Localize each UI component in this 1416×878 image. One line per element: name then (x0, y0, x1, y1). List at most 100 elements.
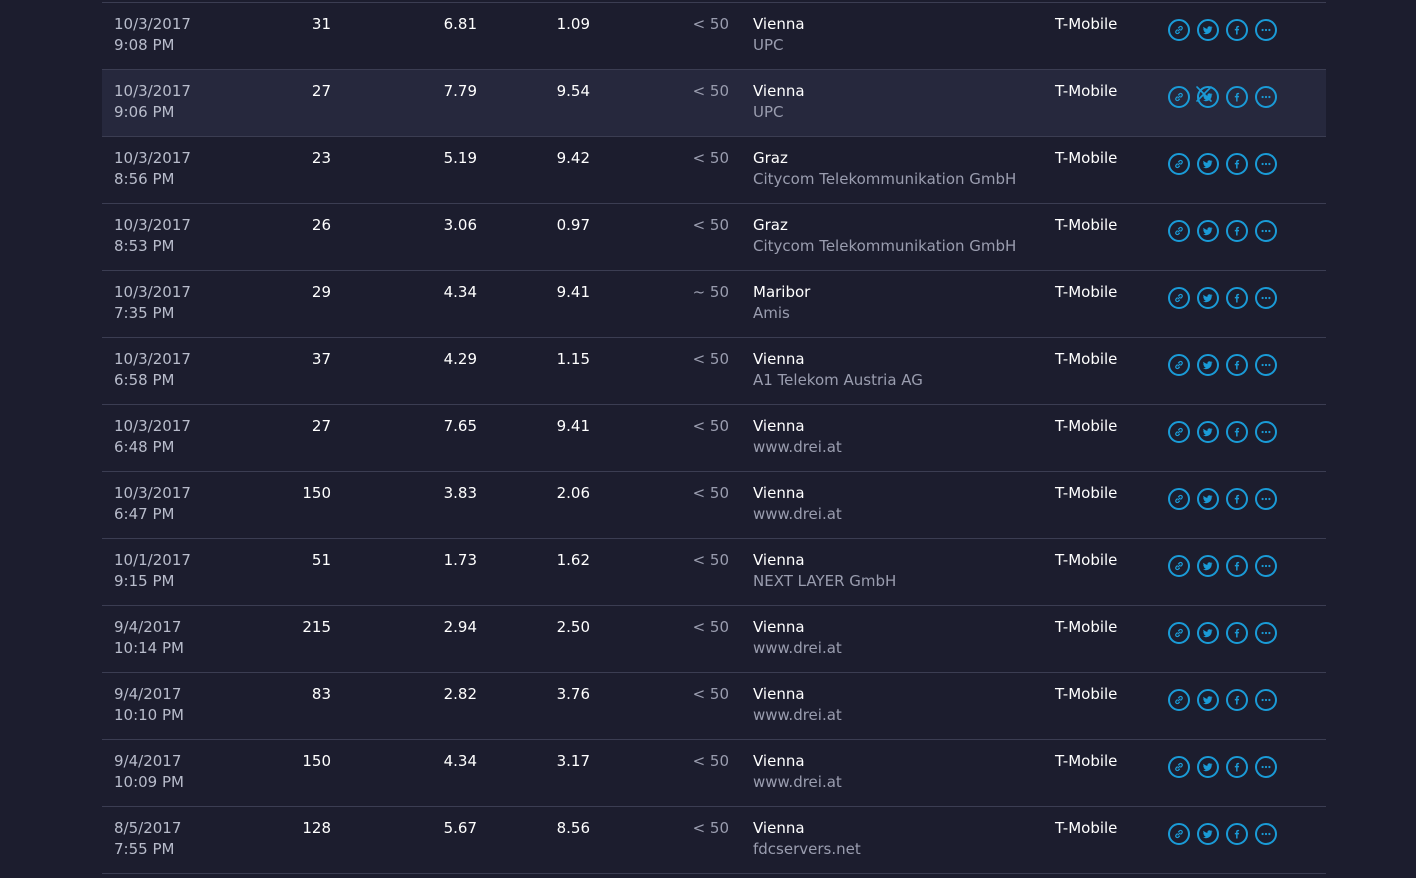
more-icon[interactable] (1255, 555, 1277, 577)
table-row[interactable]: 10/3/2017 8:56 PM 23 5.19 9.42 < 50 Graz… (102, 136, 1326, 203)
table-row[interactable]: 10/3/2017 6:47 PM 150 3.83 2.06 < 50 Vie… (102, 471, 1326, 538)
more-icon[interactable] (1255, 86, 1277, 108)
facebook-icon[interactable] (1226, 622, 1248, 644)
more-icon[interactable] (1255, 220, 1277, 242)
more-icon[interactable] (1255, 19, 1277, 41)
test-time: 7:55 PM (114, 840, 175, 858)
carrier-name: T-Mobile (1055, 551, 1118, 569)
twitter-icon[interactable] (1197, 287, 1219, 309)
server-isp: www.drei.at (753, 438, 842, 456)
twitter-icon[interactable] (1197, 756, 1219, 778)
link-icon[interactable] (1168, 823, 1190, 845)
carrier-name: T-Mobile (1055, 819, 1118, 837)
facebook-icon[interactable] (1226, 823, 1248, 845)
server-city: Vienna (753, 752, 805, 770)
upload-value: 1.15 (556, 350, 590, 368)
twitter-icon[interactable] (1197, 689, 1219, 711)
test-date: 10/3/2017 (114, 149, 191, 167)
more-icon[interactable] (1255, 354, 1277, 376)
table-row[interactable]: 10/3/2017 9:08 PM 31 6.81 1.09 < 50 Vien… (102, 2, 1326, 69)
carrier-name: T-Mobile (1055, 484, 1118, 502)
facebook-icon[interactable] (1226, 19, 1248, 41)
table-row[interactable]: 9/4/2017 10:14 PM 215 2.94 2.50 < 50 Vie… (102, 605, 1326, 672)
facebook-icon[interactable] (1226, 689, 1248, 711)
table-row[interactable]: 10/1/2017 9:15 PM 51 1.73 1.62 < 50 Vien… (102, 538, 1326, 605)
upload-value: 9.54 (556, 82, 590, 100)
share-actions (1168, 823, 1277, 845)
ping-value: 27 (311, 82, 331, 100)
download-value: 4.34 (443, 283, 477, 301)
table-row[interactable]: 9/4/2017 10:09 PM 150 4.34 3.17 < 50 Vie… (102, 739, 1326, 806)
link-icon[interactable] (1168, 354, 1190, 376)
more-icon[interactable] (1255, 488, 1277, 510)
server-cell: Vienna www.drei.at (753, 751, 842, 793)
facebook-icon[interactable] (1226, 287, 1248, 309)
server-cell: Vienna www.drei.at (753, 684, 842, 726)
twitter-icon[interactable] (1197, 19, 1219, 41)
link-icon[interactable] (1168, 86, 1190, 108)
facebook-icon[interactable] (1226, 488, 1248, 510)
carrier-name: T-Mobile (1055, 752, 1118, 770)
table-row[interactable]: 8/5/2017 7:55 PM 128 5.67 8.56 < 50 Vien… (102, 806, 1326, 874)
close-icon[interactable] (1194, 84, 1214, 104)
table-row[interactable]: 10/3/2017 6:58 PM 37 4.29 1.15 < 50 Vien… (102, 337, 1326, 404)
twitter-icon[interactable] (1197, 354, 1219, 376)
link-icon[interactable] (1168, 756, 1190, 778)
more-icon[interactable] (1255, 823, 1277, 845)
table-row[interactable]: 10/3/2017 8:53 PM 26 3.06 0.97 < 50 Graz… (102, 203, 1326, 270)
more-icon[interactable] (1255, 689, 1277, 711)
facebook-icon[interactable] (1226, 555, 1248, 577)
download-value: 2.94 (443, 618, 477, 636)
ping-value: 29 (311, 283, 331, 301)
table-row[interactable]: 10/3/2017 7:35 PM 29 4.34 9.41 ~ 50 Mari… (102, 270, 1326, 337)
server-city: Vienna (753, 484, 805, 502)
download-value: 7.79 (443, 82, 477, 100)
server-cell: Vienna www.drei.at (753, 617, 842, 659)
share-actions (1168, 756, 1277, 778)
twitter-icon[interactable] (1197, 555, 1219, 577)
more-icon[interactable] (1255, 622, 1277, 644)
server-isp: UPC (753, 36, 784, 54)
twitter-icon[interactable] (1197, 153, 1219, 175)
test-date: 10/3/2017 (114, 484, 191, 502)
table-row[interactable]: 10/3/2017 6:48 PM 27 7.65 9.41 < 50 Vien… (102, 404, 1326, 471)
date-time-cell: 10/3/2017 6:48 PM (114, 416, 191, 458)
more-icon[interactable] (1255, 756, 1277, 778)
packet-loss-value: < 50 (692, 752, 729, 770)
table-row[interactable]: 10/3/2017 9:06 PM 27 7.79 9.54 < 50 Vien… (102, 69, 1326, 136)
upload-value: 2.50 (556, 618, 590, 636)
twitter-icon[interactable] (1197, 421, 1219, 443)
facebook-icon[interactable] (1226, 421, 1248, 443)
link-icon[interactable] (1168, 555, 1190, 577)
facebook-icon[interactable] (1226, 220, 1248, 242)
upload-value: 3.76 (556, 685, 590, 703)
twitter-icon[interactable] (1197, 823, 1219, 845)
facebook-icon[interactable] (1226, 756, 1248, 778)
more-icon[interactable] (1255, 287, 1277, 309)
packet-loss-value: < 50 (692, 216, 729, 234)
packet-loss-value: < 50 (692, 685, 729, 703)
link-icon[interactable] (1168, 421, 1190, 443)
more-icon[interactable] (1255, 153, 1277, 175)
facebook-icon[interactable] (1226, 153, 1248, 175)
twitter-icon[interactable] (1197, 488, 1219, 510)
link-icon[interactable] (1168, 689, 1190, 711)
link-icon[interactable] (1168, 19, 1190, 41)
twitter-icon[interactable] (1197, 622, 1219, 644)
link-icon[interactable] (1168, 287, 1190, 309)
link-icon[interactable] (1168, 220, 1190, 242)
ping-value: 150 (302, 752, 331, 770)
twitter-icon[interactable] (1197, 220, 1219, 242)
facebook-icon[interactable] (1226, 354, 1248, 376)
more-icon[interactable] (1255, 421, 1277, 443)
link-icon[interactable] (1168, 153, 1190, 175)
table-row[interactable]: 9/4/2017 10:10 PM 83 2.82 3.76 < 50 Vien… (102, 672, 1326, 739)
server-isp: Amis (753, 304, 790, 322)
test-date: 10/3/2017 (114, 417, 191, 435)
carrier-name: T-Mobile (1055, 685, 1118, 703)
link-icon[interactable] (1168, 488, 1190, 510)
share-actions (1168, 488, 1277, 510)
facebook-icon[interactable] (1226, 86, 1248, 108)
link-icon[interactable] (1168, 622, 1190, 644)
server-cell: Vienna www.drei.at (753, 483, 842, 525)
